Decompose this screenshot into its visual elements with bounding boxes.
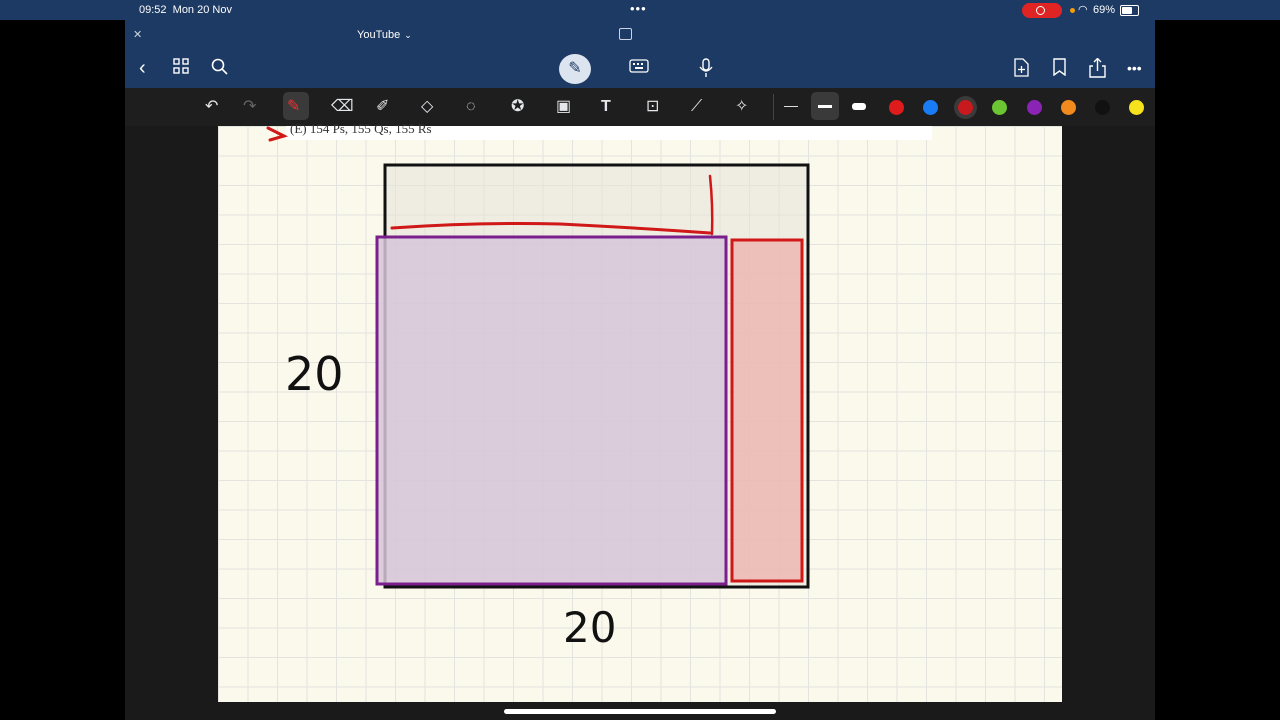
purple-square bbox=[375, 235, 728, 586]
handwriting-layer: 20 20 bbox=[266, 126, 810, 652]
home-indicator[interactable] bbox=[504, 709, 776, 714]
left-side-label: 20 bbox=[285, 347, 344, 401]
bottom-side-label: 20 bbox=[563, 603, 616, 652]
red-arrow-mark bbox=[266, 126, 289, 142]
red-strip bbox=[730, 238, 804, 583]
